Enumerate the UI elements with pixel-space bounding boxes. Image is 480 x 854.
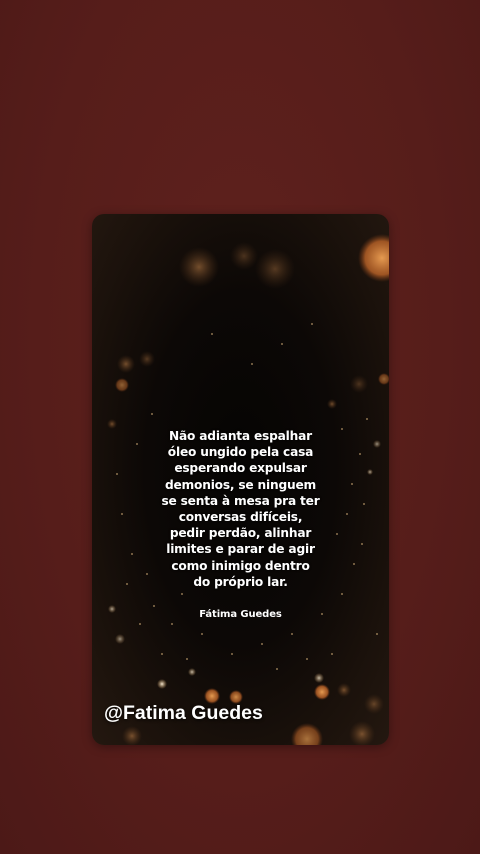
quote-line: óleo ungido pela casa [167,445,314,460]
quote-line: pedir perdão, alinhar [169,526,312,541]
quote-card-image: Não adianta espalhar óleo ungido pela ca… [92,214,389,745]
quote-line: conversas difíceis, [178,510,303,525]
quote-line: demonios, se ninguem [164,477,317,492]
quote-line: do próprio lar. [193,574,288,589]
quote-line: Não adianta espalhar [169,429,312,443]
quote-line: limites e parar de agir [166,542,315,557]
quote-text: Não adianta espalhar óleo ungido pela ca… [92,428,389,590]
page-background: Não adianta espalhar óleo ungido pela ca… [0,0,480,854]
quote-line: se senta à mesa pra ter [161,493,320,508]
quote-line: esperando expulsar [174,461,307,476]
watermark-handle: @Fatima Guedes [104,702,263,724]
quote-line: como inimigo dentro [171,558,310,573]
quote-author: Fátima Guedes [199,609,282,620]
